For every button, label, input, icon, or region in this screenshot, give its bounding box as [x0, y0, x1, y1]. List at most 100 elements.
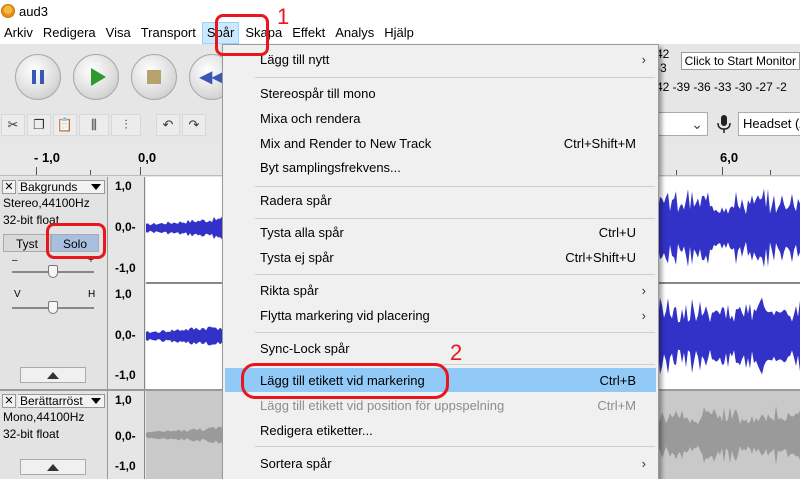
chevron-right-icon: › — [641, 51, 646, 67]
play-icon — [90, 68, 106, 86]
scale-label-bottom: -1,0 — [115, 261, 136, 275]
scale-label-top: 1,0 — [115, 393, 132, 407]
menu-visa[interactable]: Visa — [102, 22, 135, 44]
menu-separator — [255, 332, 655, 333]
menu-item-sync-lock[interactable]: Sync-Lock spår — [225, 336, 656, 360]
scale-label-top: 1,0 — [115, 287, 132, 301]
close-track-icon[interactable]: ✕ — [2, 180, 16, 194]
annotation-highlight-add-label — [241, 363, 449, 399]
slider-thumb[interactable] — [48, 265, 58, 278]
stop-icon — [147, 70, 161, 84]
menu-item-tysta-alla[interactable]: Tysta alla spår Ctrl+U — [225, 220, 656, 244]
window-title: aud3 — [19, 3, 48, 19]
playback-meter[interactable]: 42 -3 Click to Start Monitor — [656, 47, 800, 75]
track-header: ✕ Bakgrunds — [2, 179, 105, 195]
menu-item-radera-spar[interactable]: Radera spår — [225, 188, 656, 212]
pan-right-label: H — [88, 289, 96, 300]
menu-item-rikta-spar[interactable]: Rikta spår › — [225, 278, 656, 302]
track-amplitude-scale: 1,0 0,0- -1,0 — [109, 391, 145, 479]
chevron-right-icon: › — [641, 282, 646, 298]
menu-item-tysta-ej[interactable]: Tysta ej spår Ctrl+Shift+U — [225, 245, 656, 269]
menu-item-mixa-och-rendera[interactable]: Mixa och rendera — [225, 106, 656, 130]
menu-item-label: Byt samplingsfrekvens... — [260, 159, 401, 175]
track-control-panel: ✕ Bakgrunds Stereo,44100Hz 32-bit float … — [0, 177, 108, 389]
annotation-highlight-solo — [46, 223, 106, 259]
menu-analys[interactable]: Analys — [331, 22, 378, 44]
ruler-tick — [90, 170, 91, 175]
recording-device-select[interactable]: ⌄ — [656, 112, 708, 136]
paste-icon[interactable]: 📋 — [53, 114, 77, 136]
chevron-up-icon — [47, 463, 59, 471]
playback-device-select[interactable]: Headset (A — [738, 112, 800, 136]
close-track-icon[interactable]: ✕ — [2, 394, 16, 408]
undo-icon[interactable]: ↶ — [156, 114, 180, 136]
track-amplitude-scale: 1,0 0,0- -1,0 1,0 0,0- -1,0 ← ← — [109, 177, 156, 389]
stop-button[interactable] — [131, 54, 177, 100]
pause-button[interactable] — [15, 54, 61, 100]
menu-item-shortcut: Ctrl+B — [599, 372, 636, 388]
menu-transport[interactable]: Transport — [137, 22, 200, 44]
menu-separator — [255, 446, 655, 447]
start-monitor-button[interactable]: Click to Start Monitor — [680, 52, 800, 70]
menu-item-sortera-spar[interactable]: Sortera spår › — [225, 451, 656, 475]
menu-hjalp[interactable]: Hjälp — [380, 22, 418, 44]
chevron-up-icon — [47, 371, 59, 379]
mute-button[interactable]: Tyst — [3, 234, 51, 252]
track-name-menu[interactable]: Bakgrunds — [18, 180, 105, 194]
ruler-tick — [36, 167, 37, 175]
menu-item-label: Tysta ej spår — [260, 249, 334, 265]
track-format: Stereo,44100Hz — [3, 196, 90, 210]
scale-label-bottom: -1,0 — [115, 459, 136, 473]
edit-toolbar: ✂ ❐ 📋 ⫼ ⫶ ↶ ↷ — [0, 112, 230, 138]
redo-icon[interactable]: ↷ — [182, 114, 206, 136]
ruler-label: 0,0 — [138, 150, 157, 165]
menu-item-label: Radera spår — [260, 192, 332, 208]
scale-label-bottom: -1,0 — [115, 368, 136, 382]
menu-redigera[interactable]: Redigera — [39, 22, 100, 44]
menu-item-label: Lägg till nytt — [260, 51, 330, 67]
menu-item-redigera-etiketter[interactable]: Redigera etiketter... — [225, 418, 656, 442]
pan-left-label: V — [14, 289, 21, 300]
menu-item-label: Stereospår till mono — [260, 85, 376, 101]
menu-item-mix-render-new-track[interactable]: Mix and Render to New Track Ctrl+Shift+M — [225, 131, 656, 155]
menu-item-label: Flytta markering vid placering — [260, 307, 430, 323]
menu-separator — [255, 218, 655, 219]
menu-item-label: Sortera spår — [260, 455, 332, 471]
menu-item-label: Redigera etiketter... — [260, 422, 373, 438]
ruler-tick — [722, 167, 723, 175]
annotation-number-2: 2 — [450, 340, 463, 365]
track-control-panel: ✕ Berättarröst Mono,44100Hz 32-bit float — [0, 391, 108, 479]
track-name-menu[interactable]: Berättarröst — [18, 394, 105, 408]
play-button[interactable] — [73, 54, 119, 100]
copy-icon[interactable]: ❐ — [27, 114, 51, 136]
ruler-tick — [140, 167, 141, 175]
track-format: Mono,44100Hz — [3, 410, 85, 424]
collapse-track-button[interactable] — [20, 459, 86, 475]
pan-slider[interactable] — [12, 301, 94, 315]
menu-item-label: Rikta spår — [260, 282, 319, 298]
menu-item-byt-samplingsfrekvens[interactable]: Byt samplingsfrekvens... — [225, 155, 656, 179]
menu-item-flytta-markering[interactable]: Flytta markering vid placering › — [225, 303, 656, 327]
cut-icon[interactable]: ✂ — [1, 114, 25, 136]
trim-icon[interactable]: ⫼ — [79, 114, 109, 136]
menu-item-lagg-till-nytt[interactable]: Lägg till nytt › — [225, 47, 656, 71]
track-header: ✕ Berättarröst — [2, 393, 105, 409]
menu-item-shortcut: Ctrl+M — [597, 397, 636, 413]
silence-icon[interactable]: ⫶ — [111, 114, 141, 136]
pause-icon — [32, 70, 44, 84]
annotation-highlight-spar-menu — [215, 14, 269, 56]
ruler-tick — [770, 170, 771, 175]
slider-thumb[interactable] — [48, 301, 58, 314]
scale-label-mid: 0,0- — [115, 429, 136, 443]
spar-dropdown-menu: Lägg till nytt › Stereospår till mono Mi… — [222, 44, 659, 479]
menu-effekt[interactable]: Effekt — [288, 22, 329, 44]
annotation-number-1: 1 — [277, 4, 290, 29]
collapse-track-button[interactable] — [20, 367, 86, 383]
skip-to-start-icon: ◀◀ — [199, 69, 225, 86]
menu-arkiv[interactable]: Arkiv — [0, 22, 37, 44]
menu-item-stereo-till-mono[interactable]: Stereospår till mono — [225, 81, 656, 105]
gain-slider[interactable] — [12, 265, 94, 279]
ruler-tick — [676, 170, 677, 175]
chevron-right-icon: › — [641, 455, 646, 471]
ruler-label: 6,0 — [720, 150, 739, 165]
